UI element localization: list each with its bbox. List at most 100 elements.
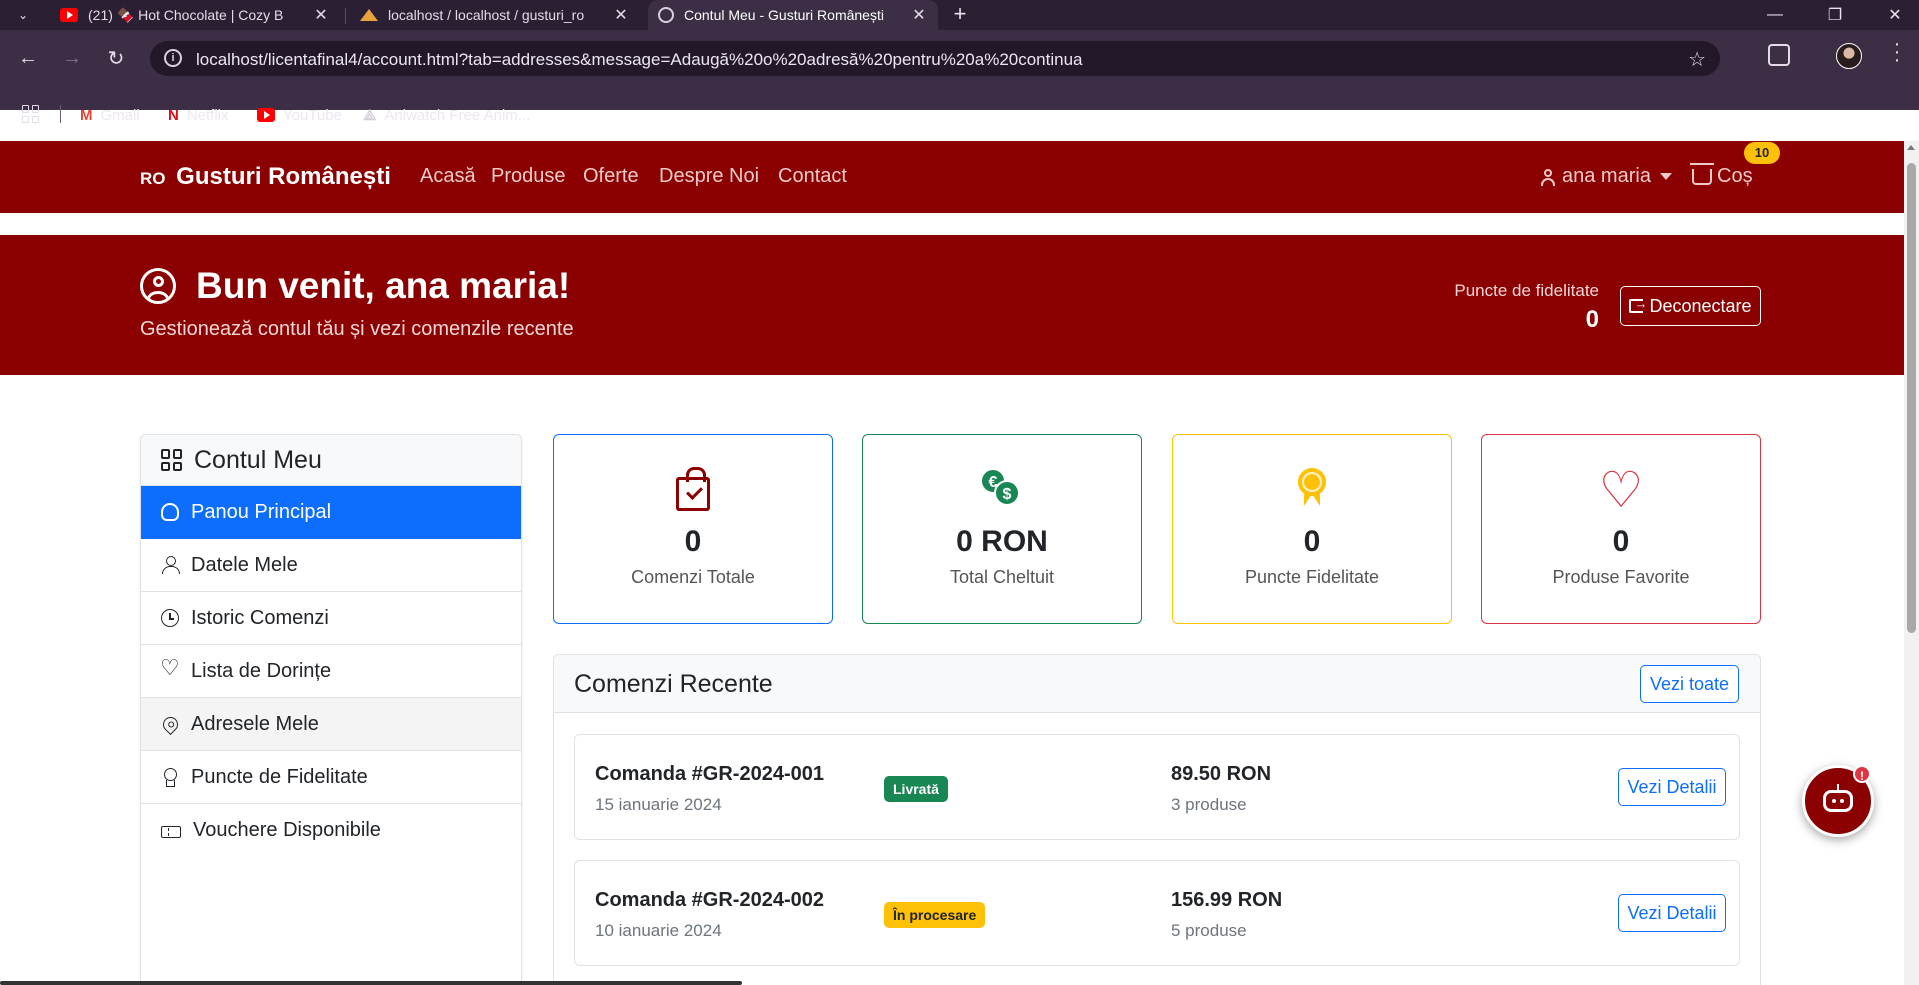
nav-link-contact[interactable]: Contact (778, 165, 847, 188)
stat-card-puncte: 0 Puncte Fidelitate (1172, 434, 1452, 624)
account-sidebar: Contul Meu Panou Principal Datele Mele I… (140, 434, 522, 985)
brand-prefix: RO (140, 169, 166, 188)
sidebar-item-adresele-mele[interactable]: Adresele Mele (141, 698, 521, 751)
address-url[interactable]: localhost/licentafinal4/account.html?tab… (196, 50, 1083, 70)
fidelity-points-value: 0 (1585, 306, 1599, 333)
recent-orders-title: Comenzi Recente (574, 670, 773, 698)
close-icon[interactable]: ✕ (612, 5, 630, 25)
order-id: Comanda #GR-2024-002 (595, 889, 824, 911)
sidebar-item-istoric-comenzi[interactable]: Istoric Comenzi (141, 592, 521, 645)
award-icon (161, 768, 179, 787)
bookmark-gmail[interactable]: M Gmail (80, 104, 140, 126)
scroll-up-arrow-icon[interactable] (1907, 145, 1915, 150)
nav-link-oferte[interactable]: Oferte (583, 165, 639, 188)
order-item-count: 5 produse (1171, 921, 1247, 940)
close-icon[interactable]: ✕ (910, 5, 928, 25)
sidebar-item-puncte-fidelitate[interactable]: Puncte de Fidelitate (141, 751, 521, 804)
apps-grid-icon[interactable] (22, 105, 40, 123)
sidebar-item-datele-mele[interactable]: Datele Mele (141, 539, 521, 592)
site-info-icon[interactable]: i (164, 49, 182, 67)
speedometer-icon (161, 503, 179, 521)
nav-link-acasa[interactable]: Acasă (420, 165, 476, 188)
bookmark-youtube[interactable]: YouTube (257, 104, 342, 126)
cart-link[interactable]: Coș (1690, 162, 1753, 188)
forward-arrow-icon[interactable]: → (58, 44, 86, 72)
page-scrollbar[interactable] (1904, 141, 1919, 985)
bookmark-aniwatch[interactable]: ⟁ Aniwatch Free Anim... (363, 104, 530, 126)
caret-down-icon (1659, 173, 1672, 180)
tab-separator (345, 8, 346, 24)
sidebar-item-label: Istoric Comenzi (191, 606, 329, 629)
browser-tab-bar: ⌄ (21) 🍫 Hot Chocolate | Cozy B ✕ localh… (0, 0, 1919, 30)
youtube-icon (257, 108, 275, 122)
person-circle-icon (140, 268, 176, 304)
sidebar-item-lista-dorinte[interactable]: Lista de Dorințe (141, 645, 521, 698)
order-date: 15 ianuarie 2024 (595, 795, 722, 814)
browser-tab-account[interactable]: Contul Meu - Gusturi Românești ✕ (648, 0, 938, 30)
tab-search-chevron-icon[interactable]: ⌄ (10, 4, 36, 26)
user-dropdown[interactable]: ana maria (1540, 165, 1672, 188)
sidebar-item-label: Vouchere Disponibile (193, 819, 381, 841)
order-item-count: 3 produse (1171, 795, 1247, 814)
scrollbar-thumb[interactable] (1907, 163, 1916, 633)
aniwatch-icon: ⟁ (363, 106, 377, 124)
stat-label: Total Cheltuit (949, 567, 1055, 587)
bookmark-separator (60, 105, 61, 123)
fidelity-points-label: Puncte de fidelitate (1454, 281, 1599, 300)
brand-name: Gusturi Românești (176, 163, 391, 190)
heart-icon: ♡ (1598, 462, 1644, 518)
basket-icon (1690, 162, 1714, 185)
stat-value: 0 (1612, 525, 1630, 558)
netflix-icon: N (168, 106, 179, 124)
bookmark-star-icon[interactable]: ☆ (1688, 47, 1706, 72)
view-all-orders-button[interactable]: Vezi toate (1640, 665, 1739, 703)
sidebar-item-label: Adresele Mele (191, 712, 319, 735)
kebab-menu-icon[interactable]: · · · (1892, 34, 1902, 70)
globe-icon (658, 7, 674, 23)
recent-orders-header: Comenzi Recente Vezi toate (554, 655, 1760, 713)
restore-icon[interactable]: ❐ (1811, 0, 1859, 30)
sidebar-item-vouchere[interactable]: Vouchere Disponibile (141, 804, 521, 857)
status-badge: Livrată (884, 776, 948, 802)
gmail-icon: M (80, 106, 93, 124)
view-order-details-button[interactable]: Vezi Detalii (1618, 768, 1726, 806)
youtube-icon (60, 8, 78, 22)
browser-tab-phpmyadmin[interactable]: localhost / localhost / gusturi_ro ✕ (350, 0, 640, 30)
cart-count-badge: 10 (1744, 142, 1780, 164)
site-brand[interactable]: RO Gusturi Românești (140, 163, 391, 191)
grid-icon (161, 449, 183, 471)
stat-value: 0 (684, 525, 702, 558)
window-close-icon[interactable]: ✕ (1871, 0, 1919, 30)
address-bar[interactable]: i localhost/licentafinal4/account.html?t… (150, 41, 1720, 76)
reload-icon[interactable]: ↻ (102, 44, 130, 72)
bookmark-netflix[interactable]: N Netflix (168, 104, 229, 126)
bookmark-label: Aniwatch Free Anim... (384, 106, 531, 124)
new-tab-plus-icon[interactable]: + (948, 3, 972, 27)
recent-orders-card: Comenzi Recente Vezi toate Comanda #GR-2… (553, 654, 1761, 985)
sidebar-item-label: Puncte de Fidelitate (191, 765, 368, 788)
sidebar-item-panou-principal[interactable]: Panou Principal (141, 486, 521, 539)
order-row: Comanda #GR-2024-001 15 ianuarie 2024 Li… (574, 734, 1740, 840)
profile-avatar[interactable] (1836, 43, 1862, 69)
nav-link-produse[interactable]: Produse (491, 165, 566, 188)
browser-tab-youtube[interactable]: (21) 🍫 Hot Chocolate | Cozy B ✕ (50, 0, 340, 30)
view-order-details-button[interactable]: Vezi Detalii (1618, 894, 1726, 932)
logout-button[interactable]: Deconectare (1620, 286, 1761, 326)
stat-value: 0 RON (956, 525, 1048, 558)
order-id: Comanda #GR-2024-001 (595, 763, 824, 785)
person-gear-icon (1540, 168, 1556, 186)
bookmark-label: YouTube (283, 106, 342, 124)
extensions-puzzle-icon[interactable] (1768, 44, 1790, 66)
nav-link-despre-noi[interactable]: Despre Noi (659, 165, 759, 188)
bookmark-label: Gmail (100, 106, 140, 124)
bag-check-icon (676, 467, 710, 511)
close-icon[interactable]: ✕ (312, 5, 330, 25)
minimize-icon[interactable]: — (1751, 0, 1799, 30)
award-medal-icon (1296, 468, 1328, 512)
order-row: Comanda #GR-2024-002 10 ianuarie 2024 În… (574, 860, 1740, 966)
welcome-subtitle: Gestionează contul tău și vezi comenzile… (140, 318, 574, 340)
tab-title: localhost / localhost / gusturi_ro (388, 7, 585, 23)
heart-icon (160, 657, 180, 680)
stat-label: Puncte Fidelitate (1244, 567, 1380, 587)
back-arrow-icon[interactable]: ← (14, 44, 42, 72)
